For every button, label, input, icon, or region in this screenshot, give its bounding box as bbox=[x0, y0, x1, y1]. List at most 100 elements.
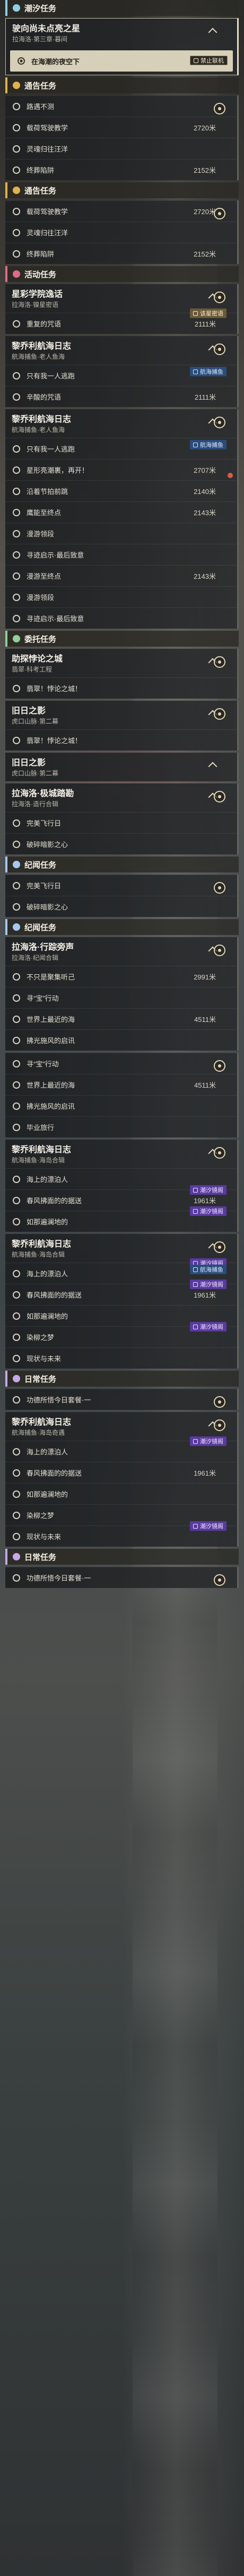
quest-card[interactable]: 拉海洛·行踪旁声 拉海洛·纪闻合辑 不只是聚集听己 2991米 寻“宝”行动 世界上最近的… bbox=[5, 937, 239, 1051]
quest-card[interactable]: 功德所悟今日套餐·一 bbox=[5, 1567, 239, 1588]
track-quest-icon[interactable] bbox=[214, 1574, 225, 1586]
quest-step[interactable]: 灵魂归往汪洋 bbox=[5, 138, 237, 159]
track-quest-icon[interactable] bbox=[214, 791, 225, 802]
quest-header[interactable]: 助探悖论之城 翡翠·科考工程 bbox=[5, 649, 237, 677]
track-quest-icon[interactable] bbox=[214, 1060, 225, 1072]
quest-step[interactable]: 完美飞行日 bbox=[5, 812, 237, 833]
quest-step[interactable]: 辛酸的咒语 2111米 bbox=[5, 386, 237, 407]
quest-card[interactable]: 旧日之影 虎口山脉·第二幕 bbox=[5, 753, 239, 781]
quest-card[interactable]: 驶向尚未点亮之星 拉海洛·第三章·暮间 在海潮的夜空下 禁止联机 bbox=[5, 18, 239, 75]
track-quest-icon[interactable] bbox=[214, 708, 225, 720]
step-tag-button[interactable]: 潮汐镜阁 bbox=[190, 1206, 226, 1216]
section-header[interactable]: 纪闻任务 bbox=[5, 919, 239, 935]
quest-step[interactable]: 寻迹启示·最后致意 bbox=[5, 607, 237, 629]
quest-card[interactable]: 旧日之影 虎口山脉·第二幕 翡翠！悖论之城！ bbox=[5, 701, 239, 751]
quest-step[interactable]: 终葬陷阱 2152米 bbox=[5, 243, 237, 264]
section-header[interactable]: 活动任务 bbox=[5, 266, 239, 282]
quest-tag-button[interactable]: 航海捕鱼 bbox=[190, 367, 226, 376]
quest-step[interactable]: 现状与未来 潮汐镜阁 bbox=[5, 1521, 237, 1547]
quest-tag-button[interactable]: 航海捕鱼 bbox=[190, 440, 226, 449]
quest-header[interactable]: 拉海洛·极城踏勘 拉海洛·造行合辑 bbox=[5, 783, 237, 812]
quest-step[interactable]: 不只是聚集听己 2991米 bbox=[5, 966, 237, 987]
quest-header[interactable]: 旧日之影 虎口山脉·第二幕 bbox=[5, 753, 237, 781]
quest-step[interactable]: 沿着节拍前跳 2140米 bbox=[5, 480, 237, 501]
section-header[interactable]: 通告任务 bbox=[5, 77, 239, 93]
section-header[interactable]: 潮汐任务 bbox=[5, 0, 239, 16]
quest-card[interactable]: 黎乔利航海日志 航海捕鱼·老人鱼海 航海捕鱼 只有我一人逃跑 星形亮潮裹，再开！ 2707… bbox=[5, 409, 239, 629]
quest-step[interactable]: 灵魂归往汪洋 bbox=[5, 222, 237, 243]
quest-step[interactable]: 漫游领段 bbox=[5, 586, 237, 607]
quest-card[interactable]: 功德所悟今日套餐·一 bbox=[5, 1389, 239, 1410]
quest-header[interactable]: 黎乔利航海日志 航海捕鱼·海岛合辑 bbox=[5, 1140, 237, 1168]
quest-card[interactable]: 路遇不测 载荷驾驶教学 2720米 灵魂归往汪洋 终葬陷阱 2152米 bbox=[5, 95, 239, 180]
section-header[interactable]: 纪闻任务 bbox=[5, 857, 239, 872]
quest-step[interactable]: 漫游领段 bbox=[5, 523, 237, 544]
quest-step[interactable]: 载荷驾驶教学 2720米 bbox=[5, 200, 237, 222]
chevron-up-icon[interactable] bbox=[208, 762, 217, 771]
quest-step[interactable]: 寻迹启示·最后致意 bbox=[5, 544, 237, 565]
quest-card[interactable]: 黎乔利航海日志 航海捕鱼·海岛奇遇 海上的漂泊人 潮汐镜阁 春风拂面的的据送 1961米如… bbox=[5, 1412, 239, 1547]
quest-step[interactable]: 功德所悟今日套餐·一 bbox=[5, 1567, 237, 1588]
track-quest-icon[interactable] bbox=[214, 882, 225, 894]
track-quest-icon[interactable] bbox=[214, 1419, 225, 1431]
quest-step[interactable]: 春风拂面的的据送 1961米 bbox=[5, 1462, 237, 1483]
quest-step[interactable]: 寻“宝”行动 bbox=[5, 987, 237, 1008]
step-tag-button[interactable]: 潮汐镜阁 bbox=[190, 1436, 226, 1446]
quest-step[interactable]: 春风拂面的的据送 1961米 潮汐镜阁 bbox=[5, 1280, 237, 1305]
quest-step[interactable]: 寻“宝”行动 bbox=[5, 1053, 237, 1074]
quest-card[interactable]: 黎乔利航海日志 航海捕鱼·海岛合辑 海上的漂泊人 春风拂面的的据送 1961米 潮汐镜阁如… bbox=[5, 1140, 239, 1232]
quest-step[interactable]: 现状与未来 bbox=[5, 1347, 237, 1369]
quest-step[interactable]: 拂光施风的启讯 bbox=[5, 1029, 237, 1051]
track-quest-icon[interactable] bbox=[214, 103, 225, 114]
track-quest-icon[interactable] bbox=[214, 343, 225, 355]
track-quest-icon[interactable] bbox=[214, 656, 225, 668]
quest-step[interactable]: 翡翠！悖论之城！ bbox=[5, 677, 237, 699]
track-quest-icon[interactable] bbox=[214, 417, 225, 428]
quest-card[interactable]: 黎乔利航海日志 航海捕鱼·海岛合辑 航海捕鱼 海上的漂泊人 潮汐镜阁 春风拂面的的据送 19… bbox=[5, 1234, 239, 1369]
step-tag-button[interactable]: 禁止联机 bbox=[190, 56, 228, 65]
quest-step[interactable]: 如那遍澜地的 bbox=[5, 1483, 237, 1504]
section-header[interactable]: 日常任务 bbox=[5, 1371, 239, 1387]
quest-step[interactable]: 染柳之梦 潮汐镜阁 bbox=[5, 1322, 237, 1347]
quest-header[interactable]: 黎乔利航海日志 航海捕鱼·老人鱼海 航海捕鱼 bbox=[5, 409, 237, 478]
section-header[interactable]: 日常任务 bbox=[5, 1549, 239, 1565]
quest-step[interactable]: 海上的漂泊人 潮汐镜阁 bbox=[5, 1436, 237, 1462]
quest-step[interactable]: 破碎暗影之心 bbox=[5, 896, 237, 917]
track-quest-icon[interactable] bbox=[214, 1241, 225, 1253]
quest-header[interactable]: 拉海洛·行踪旁声 拉海洛·纪闻合辑 bbox=[5, 937, 237, 966]
quest-tag-button[interactable]: 航海捕鱼 bbox=[190, 1265, 226, 1274]
quest-card[interactable]: 载荷驾驶教学 2720米 灵魂归往汪洋 终葬陷阱 2152米 bbox=[5, 200, 239, 264]
track-quest-icon[interactable] bbox=[214, 1396, 225, 1408]
track-quest-icon[interactable] bbox=[214, 945, 225, 956]
quest-step[interactable]: 在海潮的夜空下 禁止联机 bbox=[10, 50, 233, 72]
quest-step[interactable]: 拂光施风的启讯 bbox=[5, 1095, 237, 1116]
quest-card[interactable]: 黎乔利航海日志 航海捕鱼·老人鱼海 航海捕鱼 只有我一人逃跑 辛酸的咒语 2111米 bbox=[5, 336, 239, 407]
quest-card[interactable]: 助探悖论之城 翡翠·科考工程 翡翠！悖论之城！ bbox=[5, 649, 239, 699]
quest-step[interactable]: 路遇不测 bbox=[5, 95, 237, 117]
step-tag-button[interactable]: 潮汐镜阁 bbox=[190, 1322, 226, 1331]
quest-step[interactable]: 破碎暗影之心 bbox=[5, 833, 237, 854]
section-header[interactable]: 委托任务 bbox=[5, 631, 239, 647]
quest-step[interactable]: 世界上最近的海 4511米 bbox=[5, 1008, 237, 1029]
quest-step[interactable]: 漫游至终点 2143米 bbox=[5, 565, 237, 586]
step-tag-button[interactable]: 该星密语 bbox=[190, 308, 226, 318]
quest-card[interactable]: 星彩学院逸话 拉海洛·镍星密语 重复的咒语 2111米 该星密语 bbox=[5, 284, 239, 334]
step-tag-button[interactable]: 潮汐镜阁 bbox=[190, 1280, 226, 1289]
chevron-up-icon[interactable] bbox=[208, 28, 217, 37]
quest-step[interactable]: 星形亮潮裹，再开！ 2707米 bbox=[5, 459, 237, 480]
quest-step[interactable]: 终葬陷阱 2152米 bbox=[5, 159, 237, 180]
quest-step[interactable]: 载荷驾驶教学 2720米 bbox=[5, 117, 237, 138]
quest-step[interactable]: 功德所悟今日套餐·一 bbox=[5, 1389, 237, 1410]
quest-step[interactable]: 完美飞行日 bbox=[5, 875, 237, 896]
quest-card[interactable]: 完美飞行日 破碎暗影之心 bbox=[5, 875, 239, 917]
track-quest-icon[interactable] bbox=[214, 1147, 225, 1159]
section-header[interactable]: 通告任务 bbox=[5, 182, 239, 198]
quest-step[interactable]: 世界上最近的海 4511米 bbox=[5, 1074, 237, 1095]
quest-header[interactable]: 旧日之影 虎口山脉·第二幕 bbox=[5, 701, 237, 729]
quest-header[interactable]: 黎乔利航海日志 航海捕鱼·老人鱼海 航海捕鱼 bbox=[5, 336, 237, 376]
track-quest-icon[interactable] bbox=[214, 292, 225, 303]
quest-card[interactable]: 寻“宝”行动 世界上最近的海 4511米 拂光施风的启讯 毕业旅行 bbox=[5, 1053, 239, 1137]
quest-step[interactable]: 翡翠！悖论之城！ bbox=[5, 729, 237, 751]
quest-step[interactable]: 毕业旅行 bbox=[5, 1116, 237, 1137]
quest-step[interactable]: 如那遍澜地的 潮汐镜阁 bbox=[5, 1206, 237, 1232]
